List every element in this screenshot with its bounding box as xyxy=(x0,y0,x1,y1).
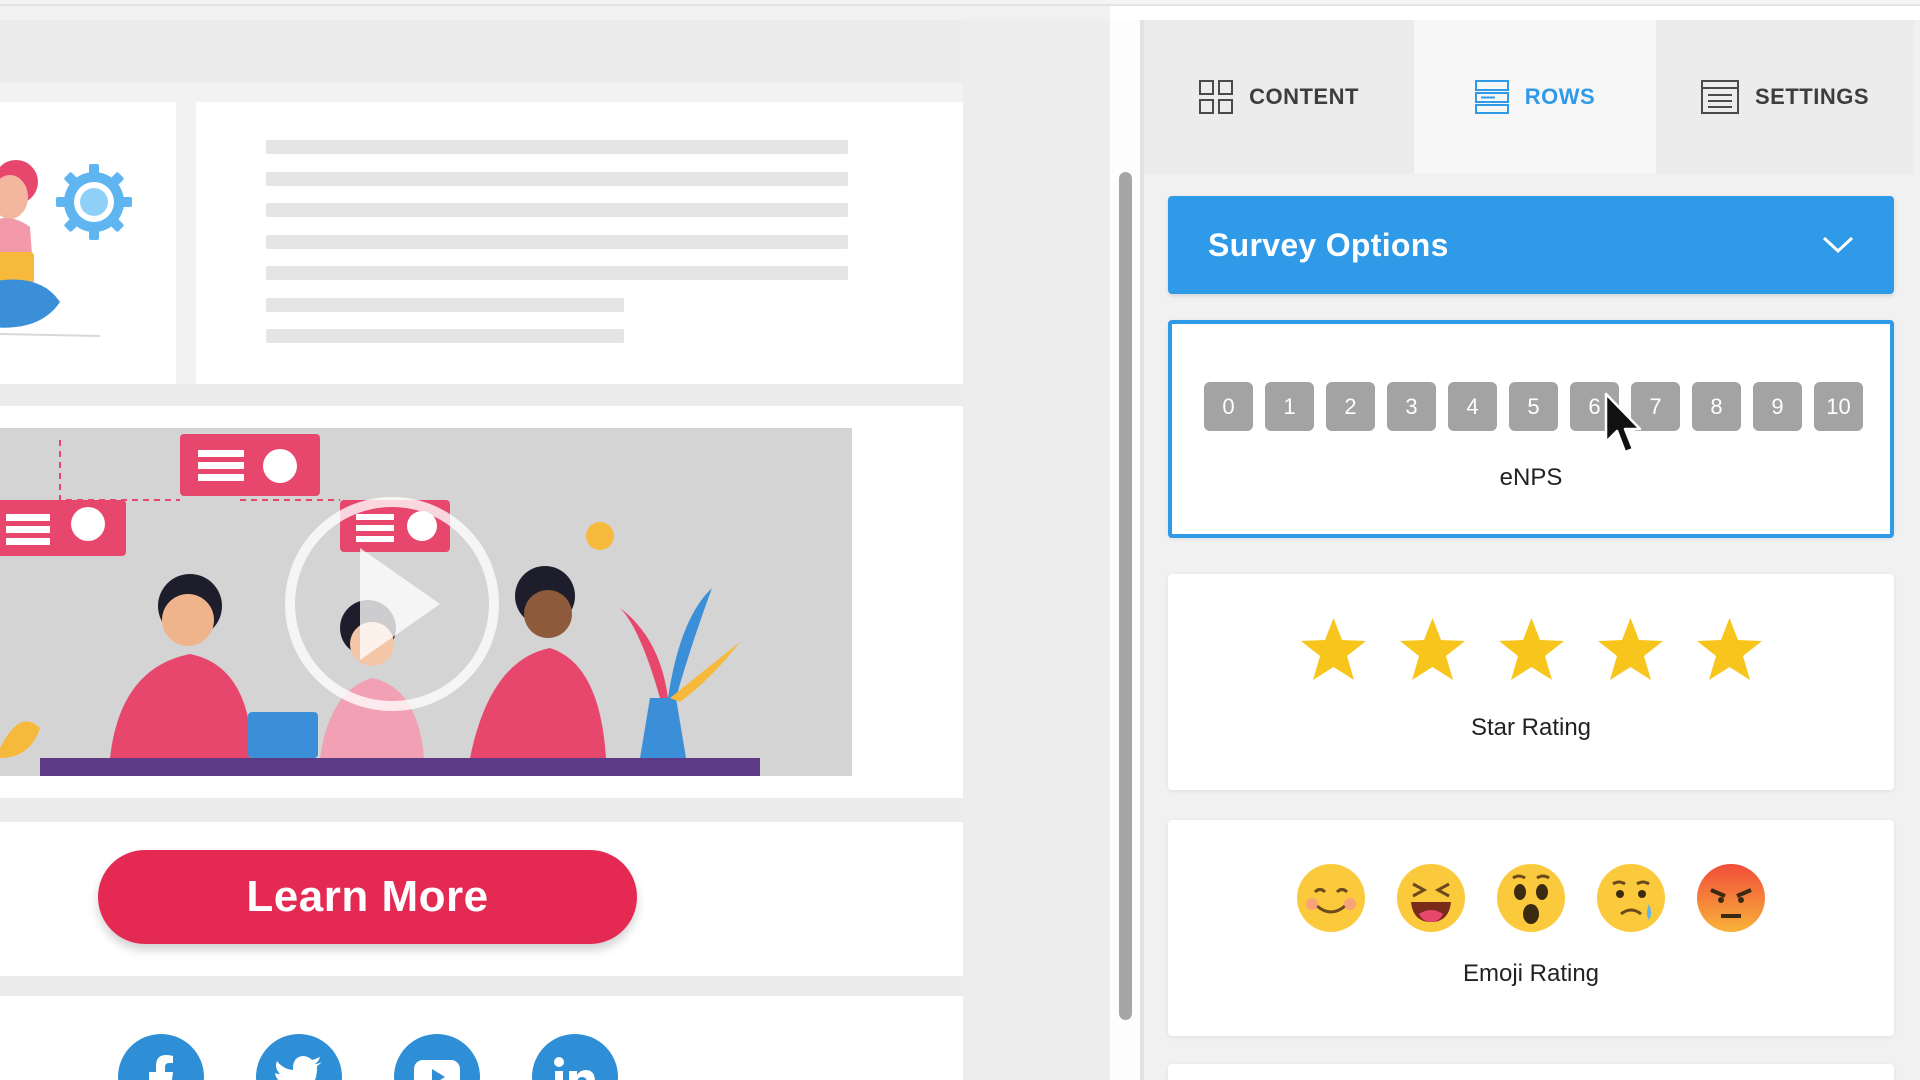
sidebar-tabs: CONTENT ROWS SETTINGS xyxy=(1144,20,1914,174)
content-row-social xyxy=(0,996,963,1080)
laughing-emoji-icon xyxy=(1397,864,1465,932)
star-rating-label: Star Rating xyxy=(1470,714,1592,741)
scrollbar-thumb[interactable] xyxy=(1119,172,1132,1020)
canvas-gutter xyxy=(963,20,1110,1080)
enps-option-4: 4 xyxy=(1448,382,1497,431)
email-preview: Learn More xyxy=(0,20,963,1080)
smiling-emoji-icon xyxy=(1297,864,1365,932)
text-placeholder-line xyxy=(266,140,848,154)
grid-icon xyxy=(1199,80,1234,114)
enps-option-5: 5 xyxy=(1509,382,1558,431)
tab-rows-label: ROWS xyxy=(1524,84,1596,109)
sad-emoji-icon xyxy=(1597,864,1665,932)
tab-content[interactable]: CONTENT xyxy=(1144,20,1414,174)
mouse-cursor-icon xyxy=(1604,392,1642,454)
star-icon xyxy=(1399,618,1465,680)
angry-emoji-icon xyxy=(1697,864,1765,932)
tab-rows[interactable]: ROWS xyxy=(1414,20,1656,174)
twitter-icon[interactable] xyxy=(256,1034,342,1080)
survey-options-header[interactable]: Survey Options xyxy=(1168,196,1894,294)
surprised-emoji-icon xyxy=(1497,864,1565,932)
enps-option-9: 9 xyxy=(1753,382,1802,431)
survey-options-title: Survey Options xyxy=(1208,226,1449,263)
intro-illustration xyxy=(0,102,176,384)
text-placeholder-line xyxy=(266,203,848,217)
text-placeholder-line xyxy=(266,298,624,312)
enps-scale: 0 1 2 3 4 5 6 7 8 9 10 xyxy=(1204,382,1863,431)
gear-icon xyxy=(56,164,132,240)
youtube-icon[interactable] xyxy=(394,1034,480,1080)
star-icon xyxy=(1696,618,1762,680)
star-icon xyxy=(1300,618,1366,680)
linkedin-icon[interactable] xyxy=(532,1034,618,1080)
emoji-row xyxy=(1168,862,1894,934)
enps-option-0: 0 xyxy=(1204,382,1253,431)
text-placeholder-line xyxy=(266,266,848,280)
text-placeholder-line xyxy=(266,235,848,249)
star-icon xyxy=(1597,618,1663,680)
enps-label: eNPS xyxy=(1499,464,1563,491)
text-placeholder-line xyxy=(266,329,624,343)
content-row-button: Learn More xyxy=(0,822,963,976)
tab-settings[interactable]: SETTINGS xyxy=(1656,20,1914,174)
sidebar-panel: CONTENT ROWS SETTINGS Survey Options 0 1… xyxy=(1144,20,1920,1080)
emoji-rating-label: Emoji Rating xyxy=(1462,960,1600,987)
content-row-intro[interactable] xyxy=(0,82,963,384)
star-icon xyxy=(1498,618,1564,680)
learn-more-button[interactable]: Learn More xyxy=(98,850,637,944)
settings-list-icon xyxy=(1700,80,1739,114)
content-row-video[interactable] xyxy=(0,406,963,798)
facebook-icon[interactable] xyxy=(118,1034,204,1080)
emoji-rating-card[interactable]: Emoji Rating xyxy=(1168,820,1894,1036)
star-row xyxy=(1168,616,1894,684)
top-rule xyxy=(0,0,1920,6)
chevron-down-icon xyxy=(1822,236,1854,254)
enps-option-1: 1 xyxy=(1265,382,1314,431)
chat-card-icon xyxy=(0,500,126,556)
enps-option-3: 3 xyxy=(1387,382,1436,431)
intro-text-block xyxy=(196,102,963,384)
star-rating-card[interactable]: Star Rating xyxy=(1168,574,1894,790)
tab-settings-label: SETTINGS xyxy=(1754,84,1869,109)
enps-option-8: 8 xyxy=(1692,382,1741,431)
enps-option-10: 10 xyxy=(1814,382,1863,431)
enps-option-2: 2 xyxy=(1326,382,1375,431)
chat-card-icon xyxy=(180,434,320,496)
email-canvas: Learn More xyxy=(0,0,1920,1080)
enps-card[interactable]: 0 1 2 3 4 5 6 7 8 9 10 eNPS xyxy=(1168,320,1894,538)
rows-icon xyxy=(1474,80,1509,114)
survey-card[interactable] xyxy=(1168,1064,1894,1080)
text-placeholder-line xyxy=(266,172,848,186)
video-thumbnail[interactable] xyxy=(0,428,852,776)
tab-content-label: CONTENT xyxy=(1249,84,1359,109)
